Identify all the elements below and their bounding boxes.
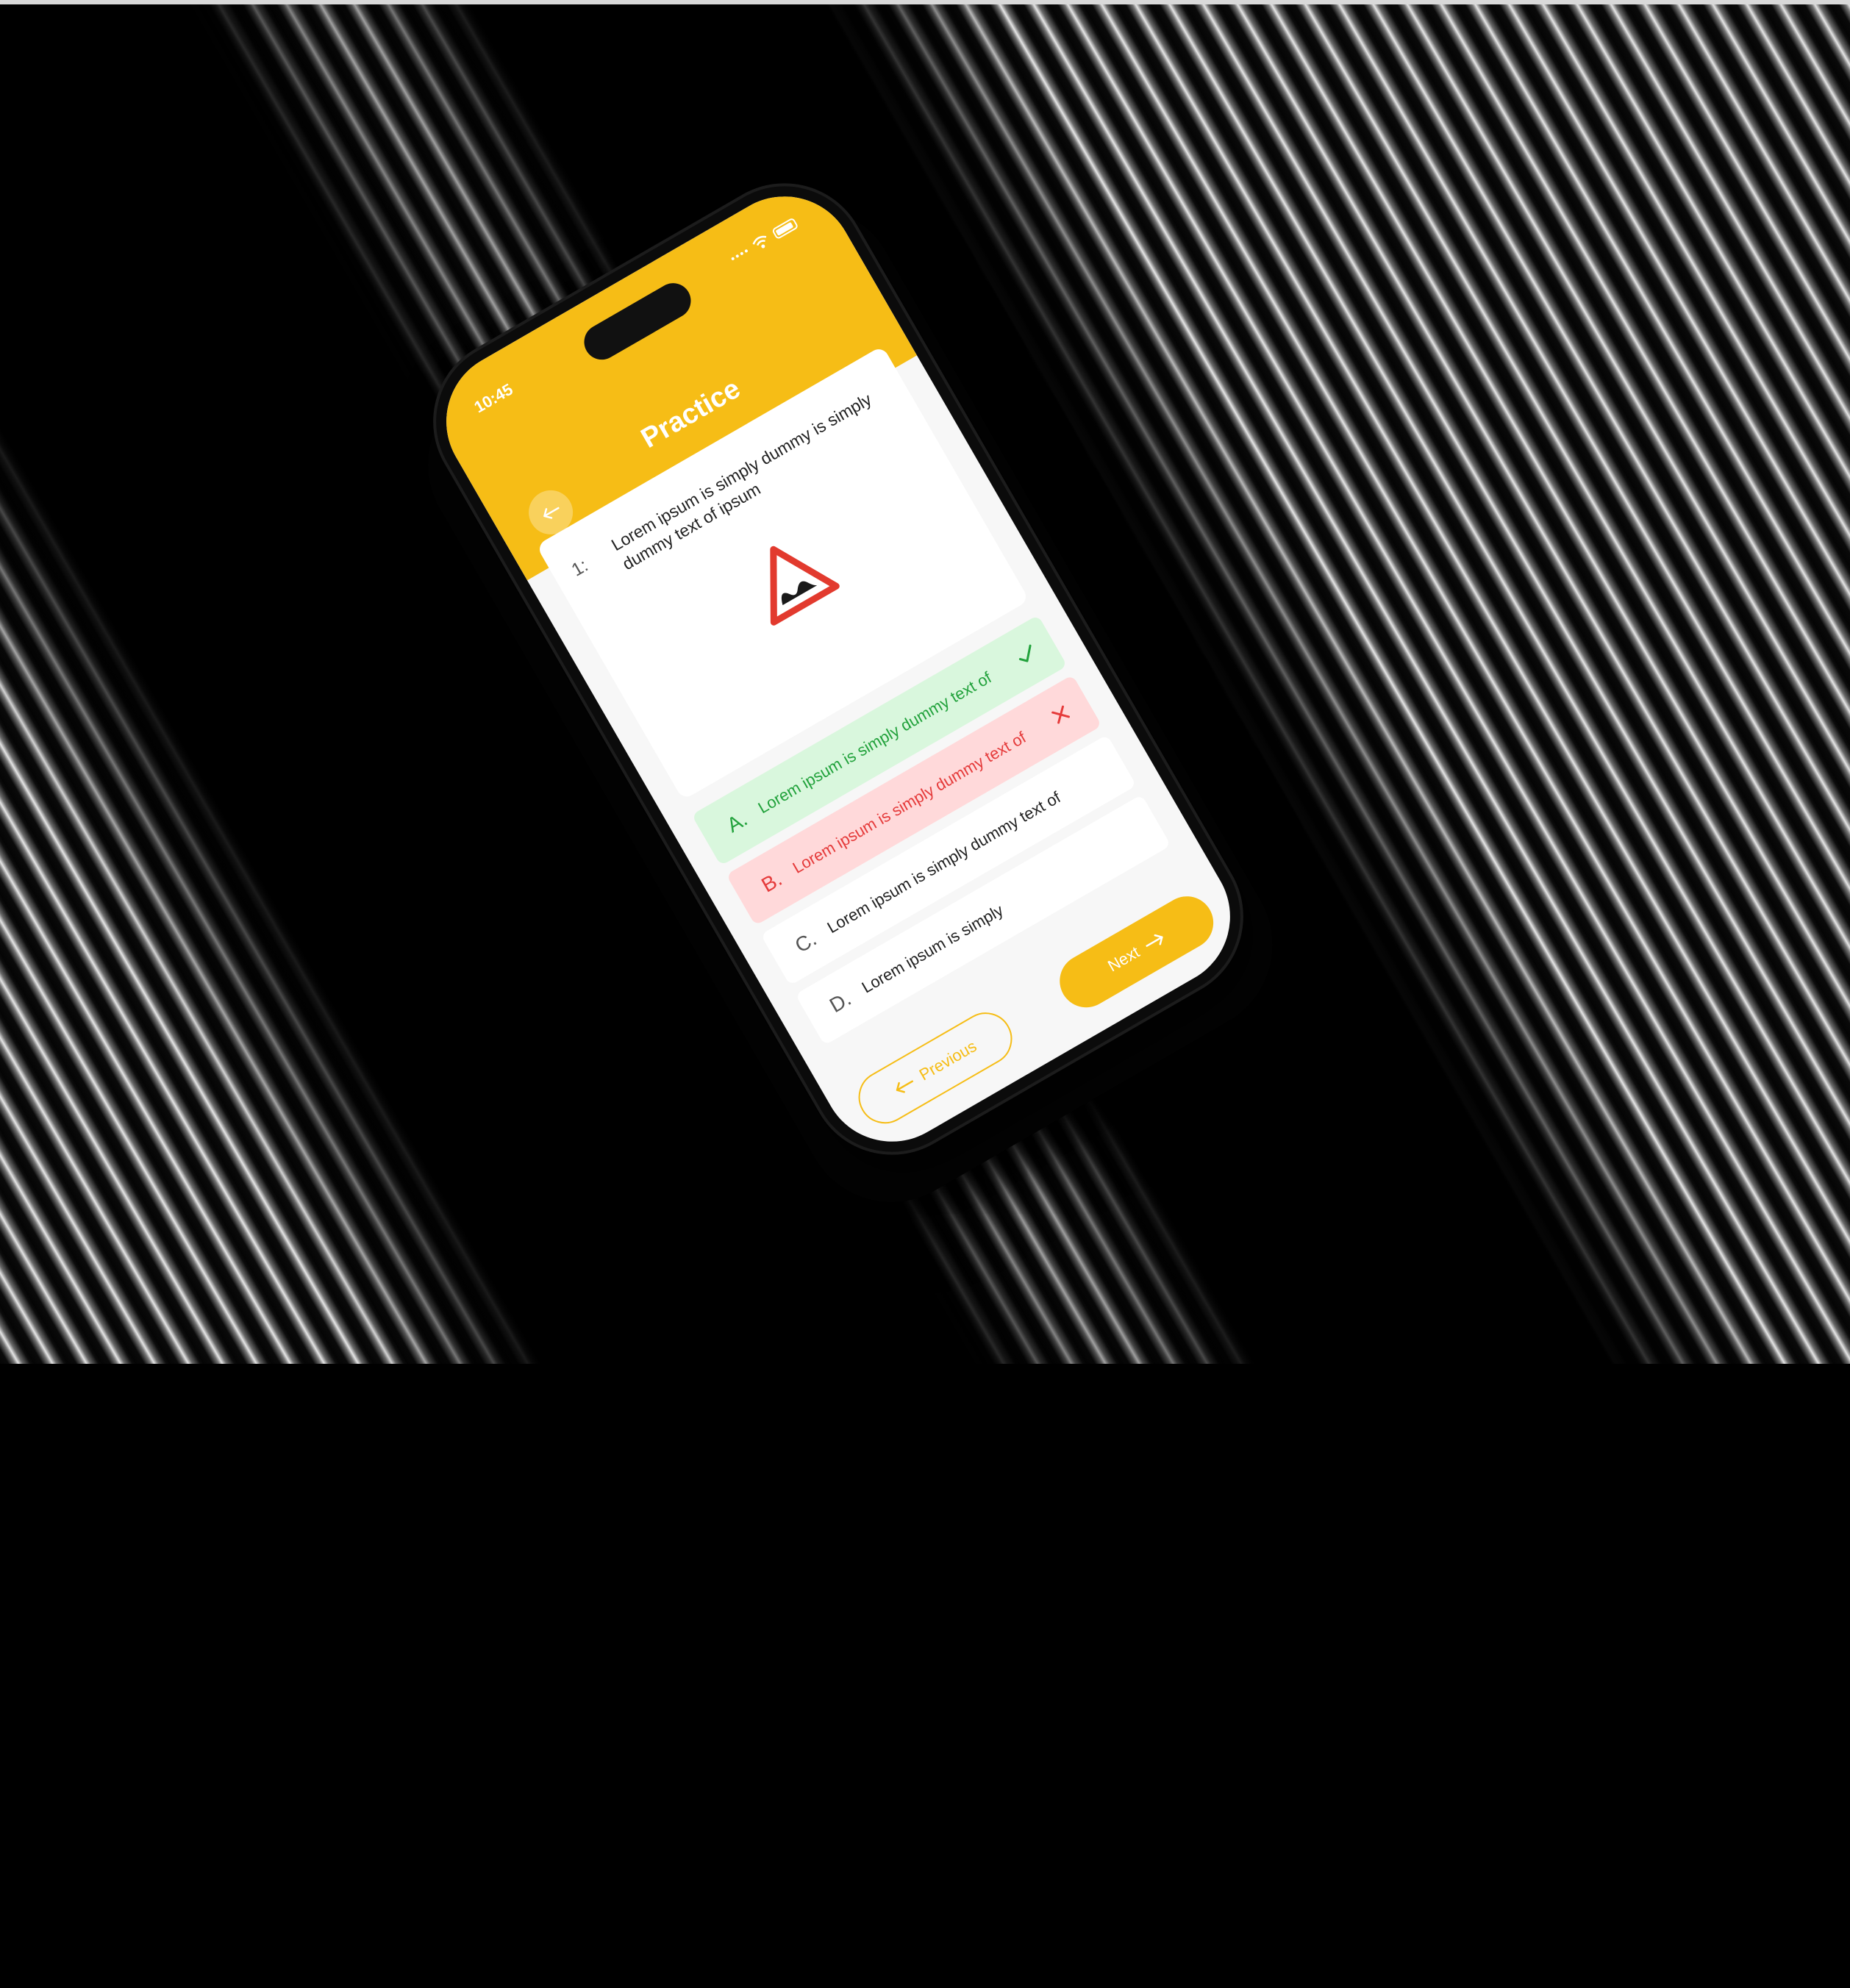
option-letter: B. bbox=[757, 867, 786, 897]
top-edge-strip bbox=[0, 0, 1850, 4]
next-label: Next bbox=[1104, 943, 1143, 976]
battery-icon bbox=[771, 217, 799, 240]
option-letter: C. bbox=[790, 926, 821, 957]
signal-icon bbox=[731, 248, 749, 261]
option-letter: D. bbox=[825, 987, 855, 1018]
status-icons bbox=[729, 217, 799, 265]
arrow-right-icon bbox=[1145, 934, 1163, 948]
uneven-road-warning-sign-icon bbox=[770, 546, 840, 626]
status-time: 10:45 bbox=[471, 379, 516, 417]
wifi-icon bbox=[752, 235, 767, 248]
arrow-left-icon bbox=[896, 1080, 914, 1093]
question-number: 1: bbox=[568, 554, 592, 581]
previous-label: Previous bbox=[915, 1037, 980, 1084]
option-letter: A. bbox=[723, 807, 751, 837]
cross-icon bbox=[1051, 705, 1070, 724]
dynamic-island bbox=[577, 276, 698, 366]
check-icon bbox=[1018, 644, 1032, 662]
